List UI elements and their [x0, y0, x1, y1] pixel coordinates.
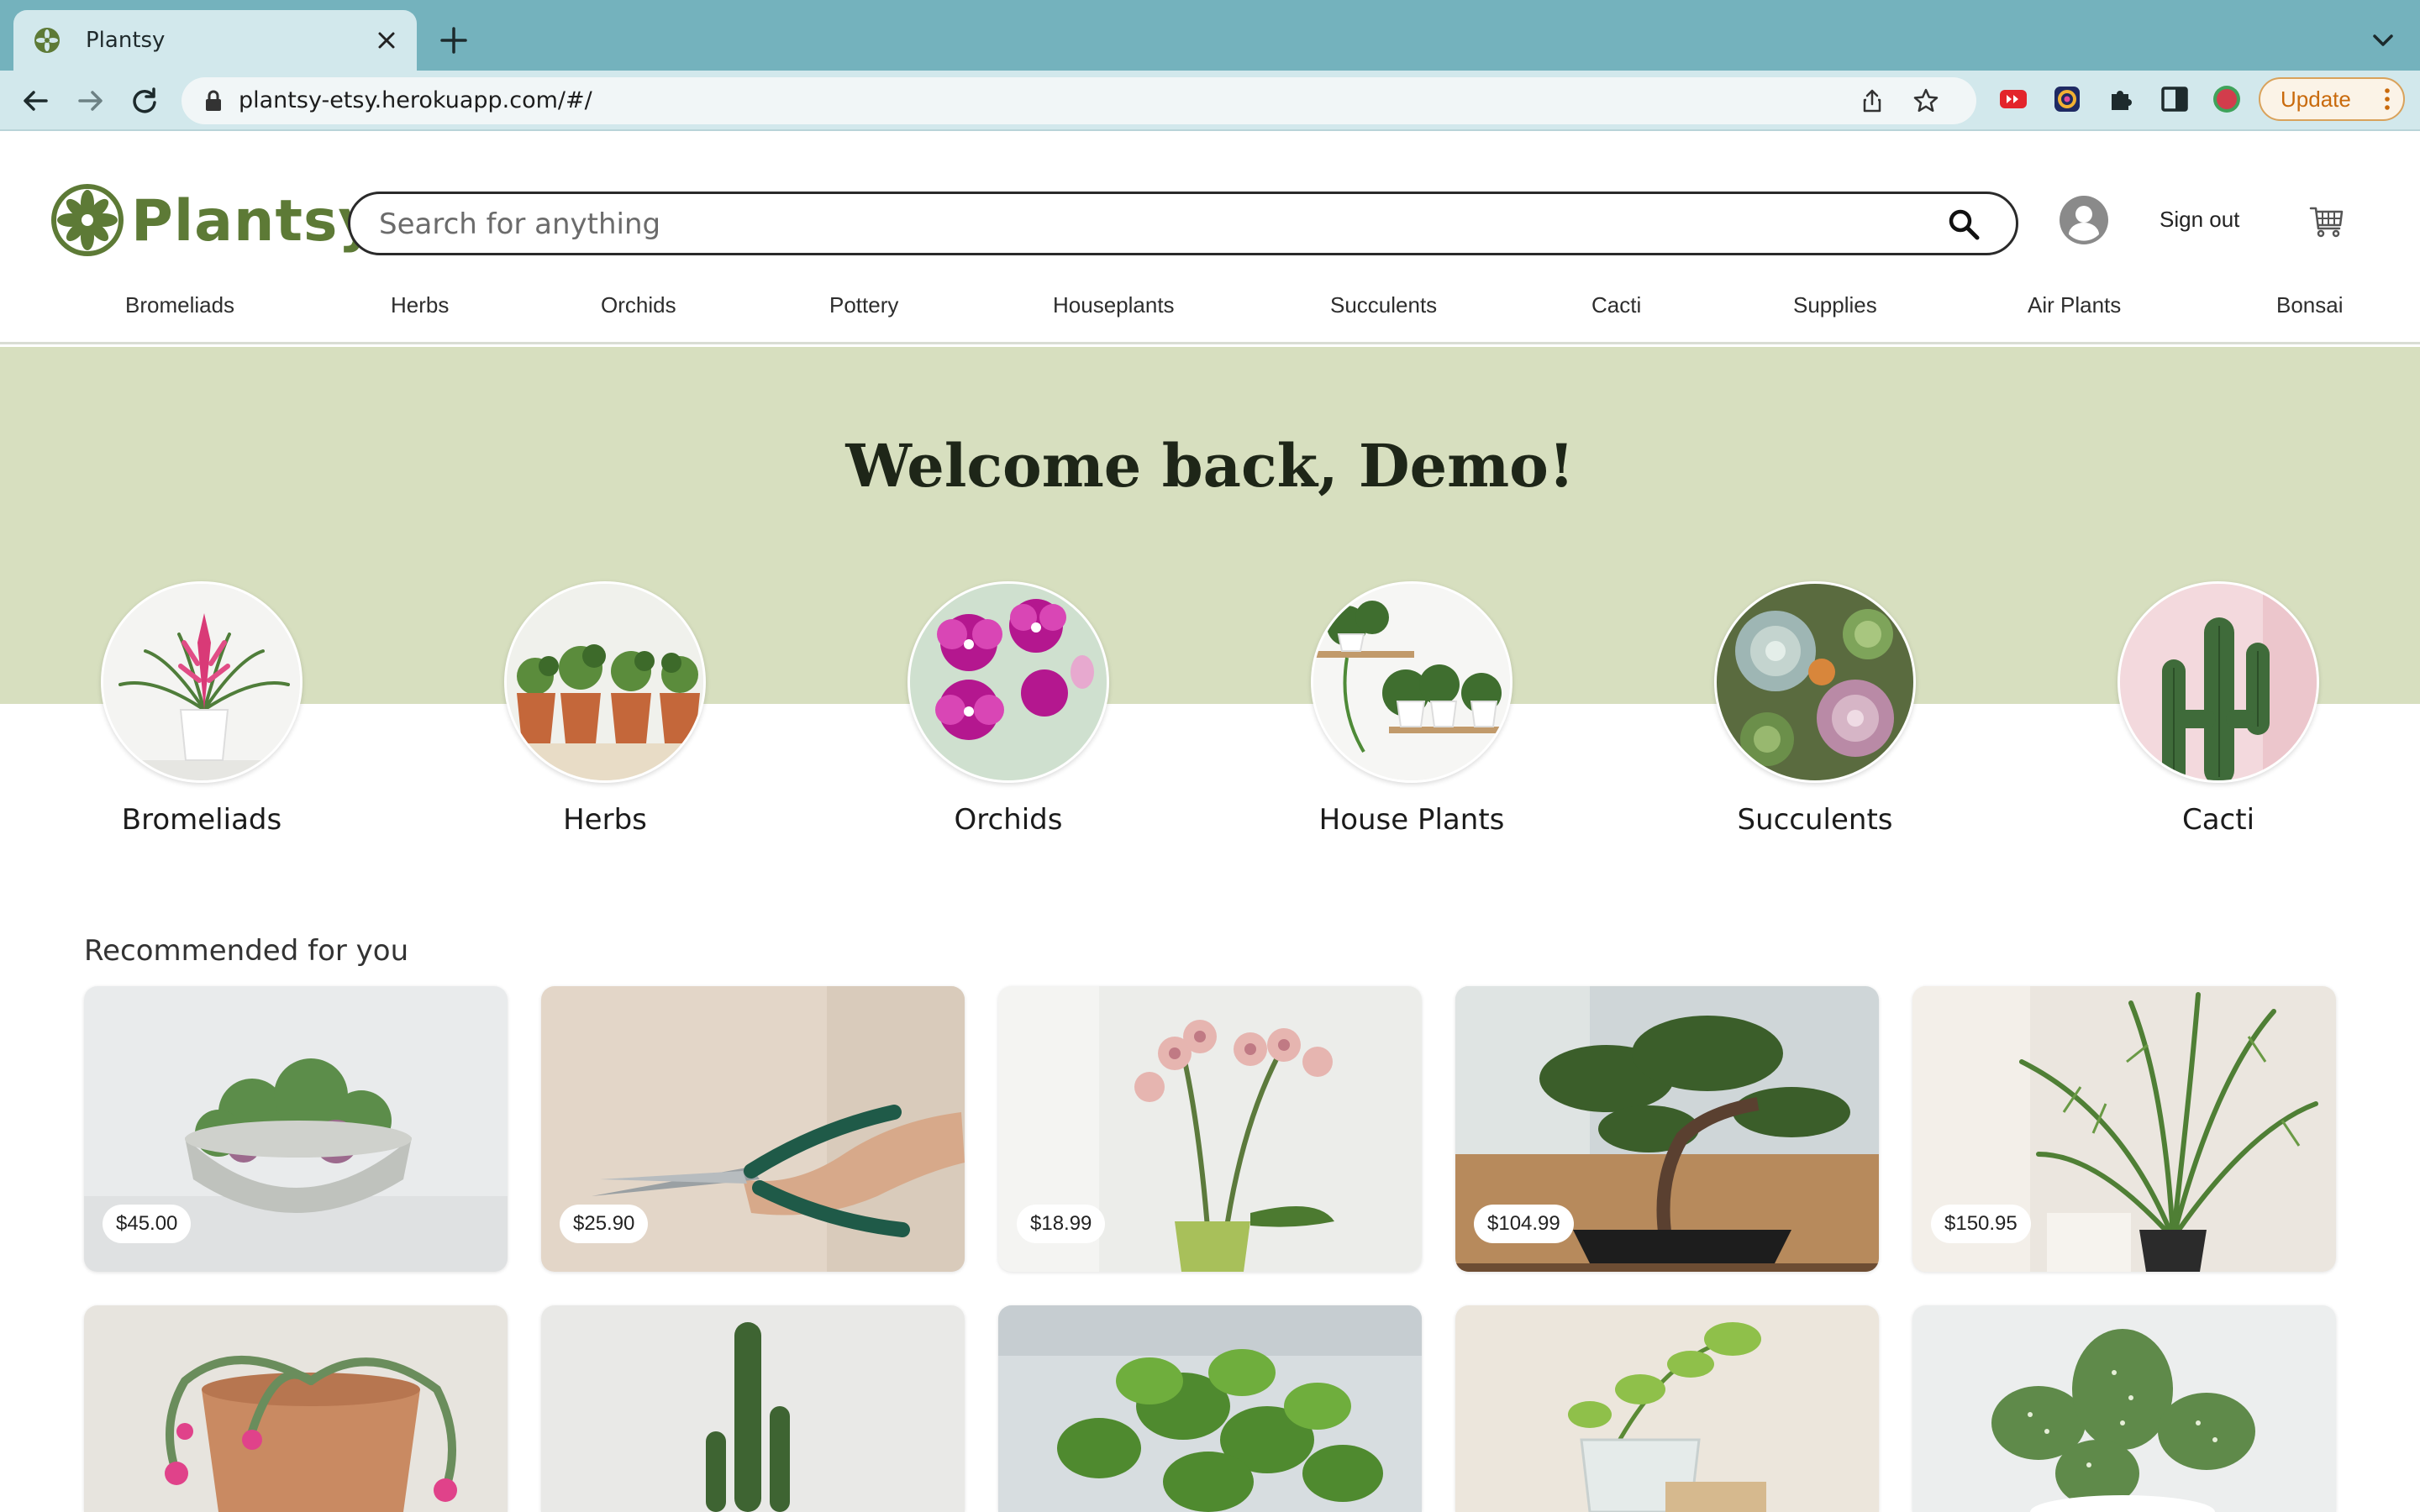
category-label: Herbs: [563, 803, 647, 837]
new-tab-plus-icon[interactable]: [437, 24, 471, 57]
category-card-bromeliads[interactable]: Bromeliads: [92, 581, 311, 837]
category-card-orchids[interactable]: Orchids: [899, 581, 1118, 837]
share-icon[interactable]: [1859, 87, 1886, 114]
search-bar[interactable]: [348, 192, 2018, 255]
category-card-succulents[interactable]: Succulents: [1706, 581, 1924, 837]
plantsy-logo-icon: [51, 184, 124, 256]
category-label: House Plants: [1318, 803, 1505, 837]
welcome-heading: Welcome back, Demo!: [845, 431, 1575, 501]
browser-tab-strip: Plantsy: [0, 0, 2420, 71]
product-card[interactable]: [1455, 1305, 1879, 1512]
url-text: plantsy-etsy.herokuapp.com/#/: [239, 87, 592, 113]
house-plants-photo: [1311, 581, 1512, 783]
water-propagation-photo: [1455, 1305, 1879, 1512]
update-label: Update: [2281, 87, 2351, 112]
product-card[interactable]: $25.90: [541, 986, 965, 1272]
logo-text: Plantsy: [131, 188, 376, 255]
nav-item-pottery[interactable]: Pottery: [829, 292, 898, 318]
product-card[interactable]: $18.99: [998, 986, 1422, 1272]
nav-item-houseplants[interactable]: Houseplants: [1053, 292, 1175, 318]
address-bar[interactable]: plantsy-etsy.herokuapp.com/#/: [182, 77, 1976, 124]
price-badge: $104.99: [1474, 1205, 1574, 1243]
forward-arrow-icon[interactable]: [72, 82, 109, 119]
category-card-house-plants[interactable]: House Plants: [1302, 581, 1521, 837]
back-arrow-icon[interactable]: [17, 82, 54, 119]
product-card[interactable]: [541, 1305, 965, 1512]
hero-band: Welcome back, Demo!: [0, 347, 2420, 704]
tab-close-icon[interactable]: [371, 25, 402, 55]
search-input[interactable]: [379, 202, 1908, 246]
succulents-photo: [1714, 581, 1916, 783]
nav-item-succulents[interactable]: Succulents: [1330, 292, 1437, 318]
shopping-cart-icon[interactable]: [2309, 205, 2344, 239]
category-label: Succulents: [1737, 803, 1893, 837]
pothos-photo: [998, 1305, 1422, 1512]
recommended-heading: Recommended for you: [84, 934, 409, 968]
nav-item-bromeliads[interactable]: Bromeliads: [125, 292, 234, 318]
tab-search-chevron-icon[interactable]: [2368, 25, 2398, 55]
category-card-herbs[interactable]: Herbs: [496, 581, 714, 837]
christmas-cactus-photo: [84, 1305, 508, 1512]
product-card[interactable]: [84, 1305, 508, 1512]
category-label: Cacti: [2181, 803, 2255, 837]
price-badge: $18.99: [1017, 1205, 1106, 1243]
profile-avatar-icon[interactable]: [2212, 84, 2242, 114]
category-label: Orchids: [954, 803, 1063, 837]
youtube-extension-icon[interactable]: [1998, 84, 2028, 114]
nav-item-air-plants[interactable]: Air Plants: [2028, 292, 2121, 318]
search-icon[interactable]: [1947, 207, 1981, 241]
plantsy-favicon-icon: [34, 28, 60, 53]
product-card[interactable]: $150.95: [1912, 986, 2336, 1272]
extensions-puzzle-icon[interactable]: [2106, 84, 2136, 114]
product-card[interactable]: [1912, 1305, 2336, 1512]
nav-item-cacti[interactable]: Cacti: [1591, 292, 1641, 318]
price-badge: $150.95: [1931, 1205, 2031, 1243]
product-card[interactable]: $104.99: [1455, 986, 1879, 1272]
nav-item-orchids[interactable]: Orchids: [601, 292, 676, 318]
more-vert-icon: [2385, 88, 2390, 110]
reload-icon[interactable]: [126, 82, 163, 119]
bunny-ear-cactus-photo: [1912, 1305, 2336, 1512]
nav-item-herbs[interactable]: Herbs: [391, 292, 449, 318]
nav-item-bonsai[interactable]: Bonsai: [2276, 292, 2344, 318]
herbs-photo: [504, 581, 706, 783]
price-badge: $25.90: [560, 1205, 649, 1243]
update-button[interactable]: Update: [2259, 77, 2405, 121]
category-card-cacti[interactable]: Cacti: [2109, 581, 2328, 837]
lock-icon[interactable]: [202, 89, 225, 113]
product-card[interactable]: $45.00: [84, 986, 508, 1272]
bookmark-star-icon[interactable]: [1912, 87, 1939, 114]
cacti-photo: [2118, 581, 2319, 783]
browser-tab[interactable]: Plantsy: [13, 10, 417, 71]
color-extension-icon[interactable]: [2052, 84, 2082, 114]
product-card[interactable]: [998, 1305, 1422, 1512]
tab-title: Plantsy: [86, 28, 166, 53]
orchids-photo: [908, 581, 1109, 783]
site-header: Plantsy Sign out Bromeliads Herbs Orchid…: [0, 133, 2420, 344]
plantsy-logo[interactable]: Plantsy: [50, 183, 376, 259]
category-label: Bromeliads: [121, 803, 282, 837]
sign-out-link[interactable]: Sign out: [2160, 207, 2239, 233]
category-nav: Bromeliads Herbs Orchids Pottery Housepl…: [0, 292, 2420, 334]
price-badge: $45.00: [103, 1205, 192, 1243]
user-avatar-icon[interactable]: [2059, 195, 2109, 245]
bromeliad-photo: [101, 581, 302, 783]
tall-cactus-photo: [541, 1305, 965, 1512]
nav-item-supplies[interactable]: Supplies: [1793, 292, 1877, 318]
side-panel-icon[interactable]: [2160, 84, 2190, 114]
